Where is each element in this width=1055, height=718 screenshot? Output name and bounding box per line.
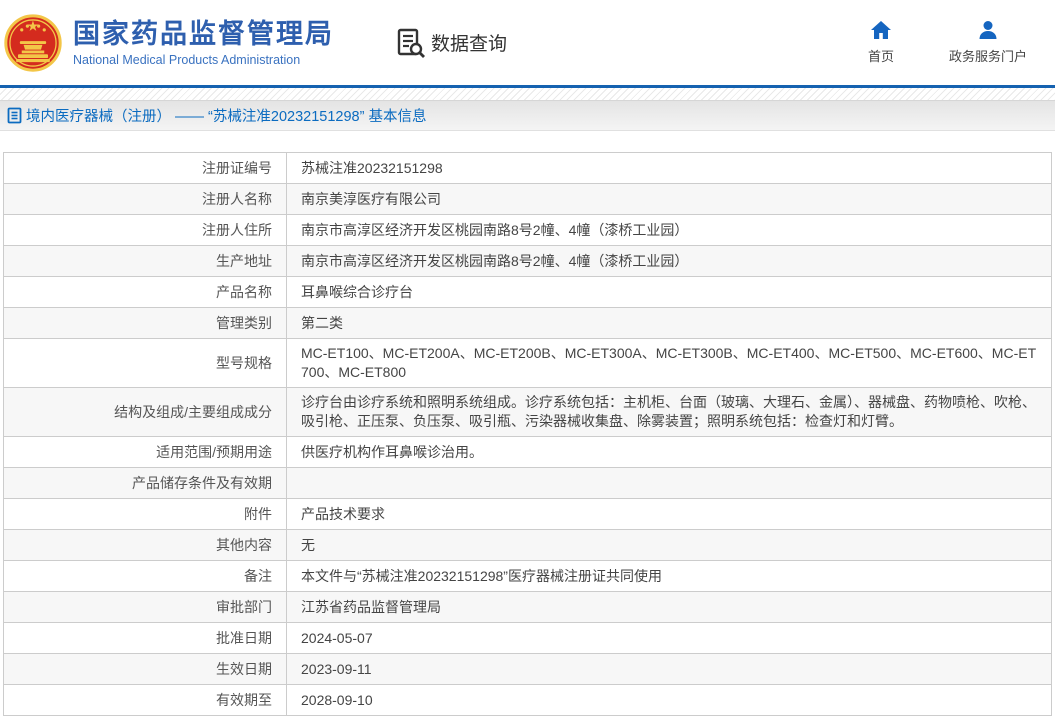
hatch-strip xyxy=(0,88,1055,100)
field-label: 审批部门 xyxy=(3,591,287,623)
registration-info-table-wrap: 注册证编号 苏械注准20232151298 注册人名称 南京美淳医疗有限公司 注… xyxy=(3,152,1052,716)
field-label: 管理类别 xyxy=(3,307,287,339)
table-row: 备注 本文件与“苏械注准20232151298”医疗器械注册证共同使用 xyxy=(3,560,1052,592)
field-label: 生效日期 xyxy=(3,653,287,685)
field-value: 南京美淳医疗有限公司 xyxy=(286,183,1052,215)
field-value: 诊疗台由诊疗系统和照明系统组成。诊疗系统包括：主机柜、台面（玻璃、大理石、金属）… xyxy=(286,387,1052,437)
field-label: 其他内容 xyxy=(3,529,287,561)
field-value: 苏械注准20232151298 xyxy=(286,152,1052,184)
field-label: 有效期至 xyxy=(3,684,287,716)
nav-item-home[interactable]: 首页 xyxy=(868,20,894,65)
field-label: 备注 xyxy=(3,560,287,592)
field-label: 产品名称 xyxy=(3,276,287,308)
table-row: 注册人名称 南京美淳医疗有限公司 xyxy=(3,183,1052,215)
field-label: 注册证编号 xyxy=(3,152,287,184)
site-subtitle: National Medical Products Administration xyxy=(73,52,301,67)
list-icon xyxy=(7,107,22,124)
field-value: 第二类 xyxy=(286,307,1052,339)
field-value: 供医疗机构作耳鼻喉诊治用。 xyxy=(286,436,1052,468)
site-title: 国家药品监督管理局 xyxy=(73,18,334,49)
field-value: 耳鼻喉综合诊疗台 xyxy=(286,276,1052,308)
field-value: 2028-09-10 xyxy=(286,684,1052,716)
field-value xyxy=(286,467,1052,499)
field-value: 2023-09-11 xyxy=(286,653,1052,685)
breadcrumb-text: 境内医疗器械（注册） —— “苏械注准20232151298” 基本信息 xyxy=(26,109,427,125)
nav-item-portal[interactable]: 政务服务门户 xyxy=(949,20,1027,65)
table-row: 附件 产品技术要求 xyxy=(3,498,1052,530)
registration-info-body: 注册证编号 苏械注准20232151298 注册人名称 南京美淳医疗有限公司 注… xyxy=(3,152,1052,716)
doc-search-icon xyxy=(397,28,425,58)
field-label: 结构及组成/主要组成成分 xyxy=(3,387,287,437)
data-query-link[interactable]: 数据查询 xyxy=(396,27,507,59)
field-label: 批准日期 xyxy=(3,622,287,654)
field-label: 型号规格 xyxy=(3,338,287,388)
user-icon xyxy=(979,21,997,39)
breadcrumb: 境内医疗器械（注册） —— “苏械注准20232151298” 基本信息 xyxy=(0,100,1055,131)
table-row: 生产地址 南京市高淳区经济开发区桃园南路8号2幢、4幢（漆桥工业园） xyxy=(3,245,1052,277)
field-label: 适用范围/预期用途 xyxy=(3,436,287,468)
national-emblem-logo[interactable] xyxy=(3,13,63,73)
table-row: 型号规格 MC-ET100、MC-ET200A、MC-ET200B、MC-ET3… xyxy=(3,338,1052,388)
table-row: 产品储存条件及有效期 xyxy=(3,467,1052,499)
field-label: 生产地址 xyxy=(3,245,287,277)
field-value: 南京市高淳区经济开发区桃园南路8号2幢、4幢（漆桥工业园） xyxy=(286,214,1052,246)
data-query-label: 数据查询 xyxy=(431,34,508,55)
field-value: MC-ET100、MC-ET200A、MC-ET200B、MC-ET300A、M… xyxy=(286,338,1052,388)
table-row: 产品名称 耳鼻喉综合诊疗台 xyxy=(3,276,1052,308)
field-value: 2024-05-07 xyxy=(286,622,1052,654)
table-row: 批准日期 2024-05-07 xyxy=(3,622,1052,654)
site-header: 国家药品监督管理局 National Medical Products Admi… xyxy=(0,0,1055,85)
registration-info-table: 注册证编号 苏械注准20232151298 注册人名称 南京美淳医疗有限公司 注… xyxy=(3,152,1052,716)
field-value: 南京市高淳区经济开发区桃园南路8号2幢、4幢（漆桥工业园） xyxy=(286,245,1052,277)
table-row: 其他内容 无 xyxy=(3,529,1052,561)
nav-portal-label: 政务服务门户 xyxy=(948,49,1027,64)
field-value: 产品技术要求 xyxy=(286,498,1052,530)
table-row: 适用范围/预期用途 供医疗机构作耳鼻喉诊治用。 xyxy=(3,436,1052,468)
table-row: 审批部门 江苏省药品监督管理局 xyxy=(3,591,1052,623)
table-row: 结构及组成/主要组成成分 诊疗台由诊疗系统和照明系统组成。诊疗系统包括：主机柜、… xyxy=(3,387,1052,437)
field-label: 附件 xyxy=(3,498,287,530)
field-label: 注册人名称 xyxy=(3,183,287,215)
field-value: 江苏省药品监督管理局 xyxy=(286,591,1052,623)
table-row: 管理类别 第二类 xyxy=(3,307,1052,339)
field-label: 注册人住所 xyxy=(3,214,287,246)
table-row: 有效期至 2028-09-10 xyxy=(3,684,1052,716)
table-row: 生效日期 2023-09-11 xyxy=(3,653,1052,685)
site-title-block: 国家药品监督管理局 National Medical Products Admi… xyxy=(73,19,334,67)
home-icon xyxy=(870,21,891,39)
table-row: 注册证编号 苏械注准20232151298 xyxy=(3,152,1052,184)
field-label: 产品储存条件及有效期 xyxy=(3,467,287,499)
field-value: 本文件与“苏械注准20232151298”医疗器械注册证共同使用 xyxy=(286,560,1052,592)
table-row: 注册人住所 南京市高淳区经济开发区桃园南路8号2幢、4幢（漆桥工业园） xyxy=(3,214,1052,246)
nav-home-label: 首页 xyxy=(867,49,894,64)
field-value: 无 xyxy=(286,529,1052,561)
